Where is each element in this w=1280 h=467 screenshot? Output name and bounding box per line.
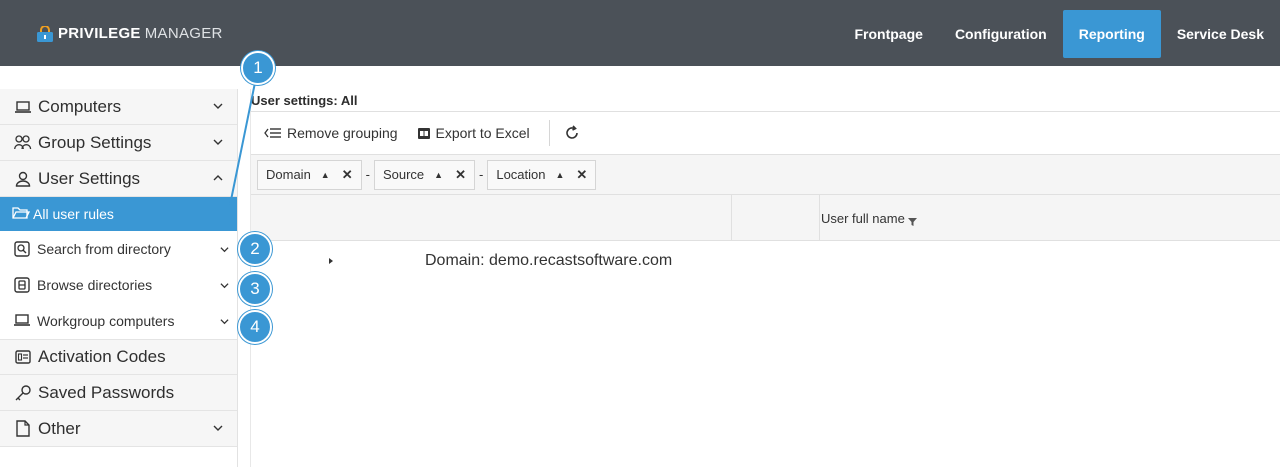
page-title: User settings: All bbox=[251, 93, 358, 108]
group-separator: - bbox=[479, 167, 484, 182]
users-icon bbox=[14, 134, 32, 152]
group-chip-label: Domain bbox=[266, 167, 311, 182]
sidebar: Computers Group Settings User Settings A… bbox=[0, 89, 238, 467]
callout-badge-2: 2 bbox=[238, 232, 272, 266]
file-icon bbox=[14, 420, 32, 438]
sidebar-item-browse-directories[interactable]: Browse directories bbox=[0, 267, 237, 303]
laptop-icon bbox=[14, 98, 32, 116]
sidebar-item-all-user-rules[interactable]: All user rules bbox=[0, 197, 237, 231]
chevron-down-icon bbox=[220, 283, 229, 289]
sidebar-item-label: Activation Codes bbox=[38, 347, 166, 366]
brand-name-bold: PRIVILEGE bbox=[58, 25, 141, 42]
nav-reporting[interactable]: Reporting bbox=[1062, 10, 1161, 58]
sidebar-item-label: Search from directory bbox=[37, 241, 171, 257]
callout-badge-3: 3 bbox=[238, 272, 272, 306]
group-chip-source[interactable]: Source ▲ ✕ bbox=[373, 159, 475, 190]
filter-icon[interactable] bbox=[907, 217, 917, 226]
grid-header: User full name bbox=[251, 195, 1280, 241]
sort-asc-icon[interactable]: ▲ bbox=[321, 170, 330, 180]
excel-icon bbox=[417, 127, 430, 139]
remove-grouping-label: Remove grouping bbox=[287, 125, 398, 141]
chevron-down-icon bbox=[213, 139, 223, 145]
sidebar-item-computers[interactable]: Computers bbox=[0, 89, 237, 125]
sidebar-item-other[interactable]: Other bbox=[0, 411, 237, 447]
expand-triangle-icon[interactable] bbox=[327, 257, 335, 265]
table-row[interactable]: Domain: demo.recastsoftware.com bbox=[251, 241, 1280, 281]
brand-logo[interactable]: PRIVILEGE MANAGER bbox=[36, 25, 223, 42]
column-header-user-full-name[interactable]: User full name bbox=[821, 211, 917, 226]
chevron-down-icon bbox=[220, 247, 229, 253]
column-header-label: User full name bbox=[821, 211, 905, 226]
export-excel-button[interactable]: Export to Excel bbox=[417, 125, 530, 141]
sidebar-item-label: All user rules bbox=[33, 206, 114, 222]
activation-code-icon bbox=[14, 348, 32, 366]
column-divider bbox=[731, 195, 732, 241]
grouping-panel: Domain ▲ ✕ - Source ▲ ✕ - Location ▲ ✕ bbox=[251, 155, 1280, 195]
chevron-down-icon bbox=[213, 103, 223, 109]
callout-badge-4: 4 bbox=[238, 310, 272, 344]
sidebar-item-label: Computers bbox=[38, 96, 122, 116]
sidebar-item-workgroup-computers[interactable]: Workgroup computers bbox=[0, 303, 237, 339]
group-separator: - bbox=[365, 167, 370, 182]
laptop-icon bbox=[14, 313, 30, 329]
sidebar-item-label: Group Settings bbox=[38, 132, 152, 152]
export-excel-label: Export to Excel bbox=[435, 125, 530, 141]
sidebar-item-saved-passwords[interactable]: Saved Passwords bbox=[0, 375, 237, 411]
sidebar-item-user-settings[interactable]: User Settings bbox=[0, 161, 237, 197]
sort-asc-icon[interactable]: ▲ bbox=[556, 170, 565, 180]
remove-grouping-icon bbox=[264, 128, 281, 138]
column-divider bbox=[819, 195, 820, 241]
sidebar-item-label: Other bbox=[38, 418, 81, 438]
group-chip-location[interactable]: Location ▲ ✕ bbox=[487, 159, 597, 190]
close-icon[interactable]: ✕ bbox=[342, 167, 353, 183]
group-chip-domain[interactable]: Domain ▲ ✕ bbox=[257, 159, 362, 190]
toolbar-divider bbox=[548, 120, 550, 146]
sidebar-item-activation-codes[interactable]: Activation Codes bbox=[0, 339, 237, 375]
folder-open-icon bbox=[12, 206, 30, 222]
sidebar-item-label: Workgroup computers bbox=[37, 313, 175, 329]
brand-name-light: MANAGER bbox=[144, 25, 223, 42]
group-chip-label: Source bbox=[382, 167, 425, 182]
remove-grouping-button[interactable]: Remove grouping bbox=[264, 125, 398, 141]
key-icon bbox=[14, 384, 32, 402]
nav-frontpage[interactable]: Frontpage bbox=[838, 10, 938, 58]
directory-icon bbox=[14, 277, 30, 293]
search-directory-icon bbox=[14, 241, 30, 257]
group-chip-label: Location bbox=[496, 167, 546, 182]
main-content: User settings: All Remove grouping Expor… bbox=[250, 89, 1280, 467]
chevron-up-icon bbox=[213, 175, 223, 181]
user-icon bbox=[14, 170, 32, 188]
nav-service-desk[interactable]: Service Desk bbox=[1161, 10, 1280, 58]
sidebar-item-search-from-directory[interactable]: Search from directory bbox=[0, 231, 237, 267]
sidebar-item-label: Browse directories bbox=[37, 277, 153, 293]
group-row-label: Domain: demo.recastsoftware.com bbox=[425, 252, 673, 269]
chevron-down-icon bbox=[213, 425, 223, 431]
nav-configuration[interactable]: Configuration bbox=[939, 10, 1063, 58]
sidebar-item-label: User Settings bbox=[38, 168, 141, 188]
lock-logo-icon bbox=[37, 25, 53, 42]
main-nav: Frontpage Configuration Reporting Servic… bbox=[838, 10, 1280, 58]
sidebar-item-group-settings[interactable]: Group Settings bbox=[0, 125, 237, 161]
grid-toolbar: Remove grouping Export to Excel bbox=[251, 111, 1280, 155]
close-icon[interactable]: ✕ bbox=[576, 167, 587, 183]
refresh-button[interactable] bbox=[564, 125, 585, 141]
top-navigation-bar: PRIVILEGE MANAGER Frontpage Configuratio… bbox=[0, 0, 1280, 66]
callout-badge-1: 1 bbox=[241, 51, 275, 85]
close-icon[interactable]: ✕ bbox=[455, 167, 466, 183]
sidebar-item-label: Saved Passwords bbox=[38, 382, 175, 402]
chevron-down-icon bbox=[220, 319, 229, 325]
refresh-icon bbox=[565, 125, 578, 139]
sort-asc-icon[interactable]: ▲ bbox=[434, 170, 443, 180]
